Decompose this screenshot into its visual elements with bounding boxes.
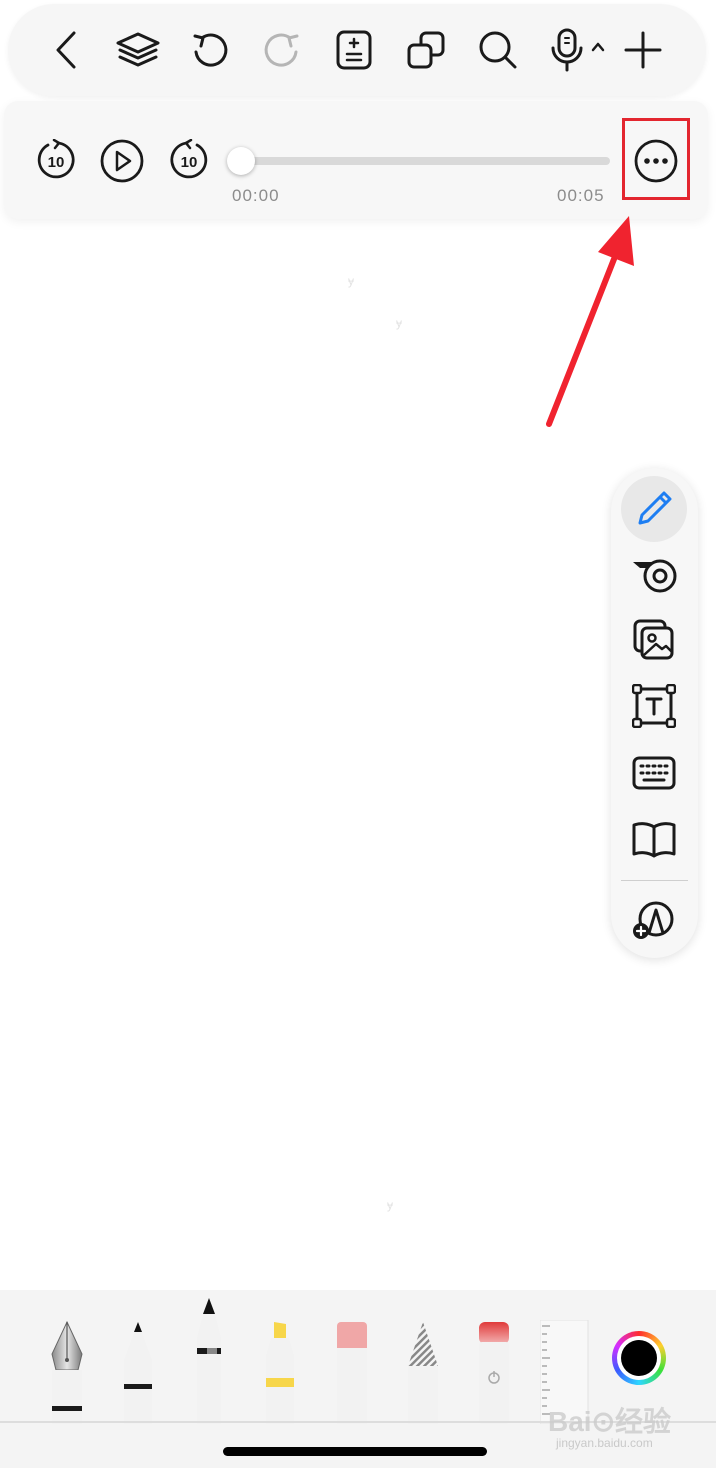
watermark-logo: Bai⊙经验 [548, 1406, 672, 1437]
layers-icon [116, 32, 160, 67]
audio-progress-track[interactable] [237, 157, 610, 165]
duplicate-pages-icon [407, 31, 445, 69]
canvas-speck: ɏ [348, 274, 354, 288]
undo-button[interactable] [183, 23, 237, 77]
text-box-button[interactable] [621, 677, 687, 735]
elapsed-time: 00:00 [232, 186, 280, 205]
annotation-highlight-box [622, 118, 690, 200]
redo-icon [264, 33, 299, 67]
skip-forward-label: 10 [181, 154, 198, 171]
microphone-icon [551, 28, 605, 72]
home-indicator[interactable] [223, 1447, 487, 1456]
keyboard-icon [632, 756, 676, 790]
lasso-tape-button[interactable] [621, 545, 687, 603]
skip-back-10-icon: 10 [37, 139, 75, 179]
undo-icon [193, 33, 228, 67]
fineliner-pen-tool[interactable] [193, 1296, 225, 1424]
text-box-icon [632, 684, 676, 728]
skip-back-button[interactable]: 10 [31, 136, 81, 186]
annotation-arrow [546, 216, 634, 427]
image-icon [633, 619, 674, 660]
watermark-url: jingyan.baidu.com [556, 1436, 653, 1450]
keyboard-button[interactable] [621, 744, 687, 802]
total-duration: 00:05 [557, 186, 605, 205]
lasso-tape-icon [633, 559, 677, 593]
add-button[interactable] [616, 23, 670, 77]
color-picker-button[interactable] [612, 1331, 666, 1385]
skip-forward-10-icon: 10 [170, 139, 208, 179]
play-button[interactable] [97, 136, 147, 186]
play-icon [100, 139, 144, 183]
eraser-tool[interactable] [334, 1320, 370, 1424]
page-insert-button[interactable] [327, 23, 381, 77]
reader-icon [632, 822, 676, 858]
canvas-speck: ɏ [387, 1198, 393, 1212]
microphone-button[interactable] [544, 23, 610, 77]
redo-button[interactable] [255, 23, 309, 77]
layers-button[interactable] [111, 23, 165, 77]
current-color-swatch [621, 1340, 657, 1376]
skip-back-label: 10 [48, 154, 65, 171]
top-toolbar [8, 4, 706, 96]
audio-progress-thumb[interactable] [227, 147, 255, 175]
pen-tool-button[interactable] [621, 480, 687, 538]
search-button[interactable] [471, 23, 525, 77]
smart-eraser-tool[interactable] [476, 1320, 512, 1424]
search-icon [479, 31, 517, 69]
side-toolbar-divider [621, 880, 688, 881]
fountain-pen-tool[interactable] [46, 1320, 88, 1424]
add-custom-tool-icon [633, 901, 674, 939]
ballpoint-pen-tool[interactable] [121, 1320, 155, 1424]
chevron-left-icon [56, 31, 76, 69]
canvas-speck: ɏ [396, 316, 402, 330]
pen-tool-icon [638, 491, 672, 525]
reader-button[interactable] [621, 810, 687, 868]
skip-forward-button[interactable]: 10 [164, 136, 214, 186]
image-button[interactable] [621, 611, 687, 669]
highlighter-tool[interactable] [263, 1320, 297, 1424]
side-toolbar [611, 468, 698, 958]
back-button[interactable] [40, 23, 94, 77]
duplicate-pages-button[interactable] [399, 23, 453, 77]
add-icon [624, 31, 662, 69]
page-insert-icon [336, 30, 372, 70]
add-custom-tool-button[interactable] [621, 892, 687, 950]
pencil-tool[interactable] [405, 1320, 441, 1424]
